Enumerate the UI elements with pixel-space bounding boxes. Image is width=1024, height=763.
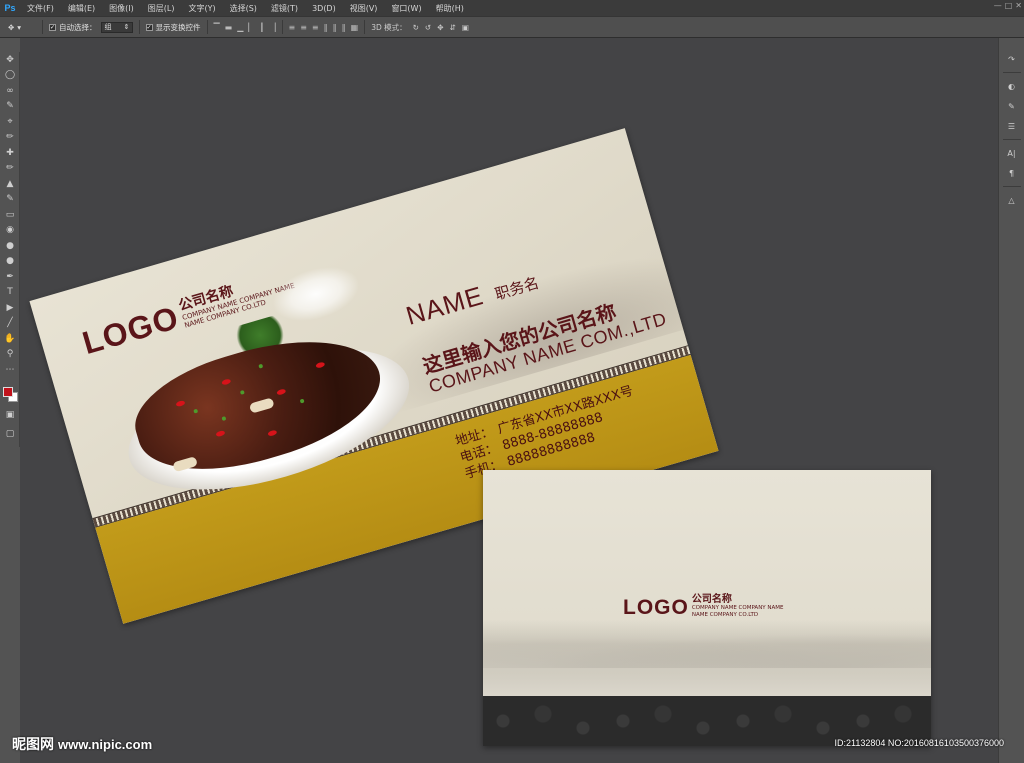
watermark-brand: 昵图网	[12, 737, 54, 753]
auto-align-icon[interactable]: ▦	[351, 23, 359, 32]
more-tools-icon[interactable]: ⋯	[0, 362, 20, 378]
menu-image[interactable]: 图像(I)	[102, 3, 141, 14]
align-bottom-icon[interactable]: ▁	[237, 23, 243, 32]
logo-company-cn: 公司名称	[691, 594, 732, 605]
menu-view[interactable]: 视图(V)	[343, 3, 385, 14]
3d-mode-label: 3D 模式：	[371, 22, 407, 32]
distribute-hcenter-icon[interactable]: ‖	[333, 23, 337, 32]
3d-rotate-icon[interactable]: ↻	[413, 23, 419, 32]
align-top-icon[interactable]: ▔	[214, 23, 220, 32]
tools-panel: ✥ ◯ ∞ ✎ ⌖ ✏ ✚ ✏ ▲ ✎ ▭ ◉ ● ● ✒ T ▶ ╱ ✋ ⚲ …	[0, 52, 20, 447]
auto-select-dropdown[interactable]: 组 ⇕	[100, 21, 133, 33]
right-panel-dock: ↷ ◐ ✎ ☰ A| ¶ △	[998, 38, 1024, 763]
3d-mode-group: 3D 模式： ↻ ↺ ✥ ⇵ ▣	[371, 22, 469, 33]
back-logo-block: LOGO 公司名称 COMPANY NAME COMPANY NAME NAME…	[623, 594, 784, 618]
menu-bar: Ps 文件(F) 编辑(E) 图像(I) 图层(L) 文字(Y) 选择(S) 滤…	[0, 0, 1024, 16]
menu-3d[interactable]: 3D(D)	[305, 4, 343, 13]
path-selection-tool-icon[interactable]: ▶	[0, 300, 20, 316]
move-tool-icon: ✥	[8, 22, 15, 32]
photoshop-logo-icon: Ps	[4, 3, 16, 13]
align-buttons: ▔ ▬ ▁ ▏ ┃ ▕	[214, 23, 276, 32]
align-vcenter-icon[interactable]: ▬	[225, 23, 233, 32]
quick-mask-icon[interactable]: ▣	[0, 407, 20, 423]
distribute-left-icon[interactable]: ‖	[324, 23, 328, 32]
show-transform-option[interactable]: ✓ 显示变换控件	[145, 22, 201, 33]
history-brush-tool-icon[interactable]: ✎	[0, 192, 20, 208]
chevron-down-icon: ▾	[17, 22, 22, 32]
menu-type[interactable]: 文字(Y)	[181, 3, 222, 14]
brush-tool-icon[interactable]: ✏	[0, 161, 20, 177]
maximize-icon[interactable]: □	[1005, 1, 1013, 10]
3d-slide-icon[interactable]: ⇵	[450, 23, 456, 32]
logo-text: LOGO	[78, 299, 183, 362]
pen-tool-icon[interactable]: ✒	[0, 269, 20, 285]
foreground-color-swatch[interactable]	[3, 387, 13, 397]
screen-mode-icon[interactable]: ▢	[0, 426, 20, 442]
image-id-watermark: ID:21132804 NO:20160816103500376000	[834, 738, 1004, 748]
back-business-card[interactable]: LOGO 公司名称 COMPANY NAME COMPANY NAME NAME…	[483, 470, 931, 746]
ink-mountain-mist	[483, 620, 931, 700]
show-transform-checkbox[interactable]: ✓	[145, 23, 153, 31]
zoom-tool-icon[interactable]: ⚲	[0, 347, 20, 363]
3d-pan-icon[interactable]: ✥	[437, 23, 443, 32]
logo-company-en-2: NAME COMPANY CO.LTD	[691, 611, 759, 618]
healing-brush-tool-icon[interactable]: ✚	[0, 145, 20, 161]
distribute-right-icon[interactable]: ‖	[342, 23, 346, 32]
dodge-tool-icon[interactable]: ●	[0, 254, 20, 270]
clone-stamp-tool-icon[interactable]: ▲	[0, 176, 20, 192]
minimize-icon[interactable]: —	[994, 1, 1002, 10]
paint-bucket-tool-icon[interactable]: ◉	[0, 223, 20, 239]
menu-help[interactable]: 帮助(H)	[429, 3, 471, 14]
move-tool-preset[interactable]: ✥ ▾	[0, 23, 36, 32]
menu-select[interactable]: 选择(S)	[223, 3, 264, 14]
distribute-vcenter-icon[interactable]: ≡	[300, 23, 307, 32]
marquee-tool-icon[interactable]: ◯	[0, 68, 20, 84]
nipic-watermark: 昵图网 www.nipic.com	[12, 734, 152, 754]
align-right-icon[interactable]: ▕	[269, 23, 275, 32]
distribute-top-icon[interactable]: ≡	[289, 23, 296, 32]
close-icon[interactable]: ✕	[1015, 1, 1022, 10]
lasso-tool-icon[interactable]: ∞	[0, 83, 20, 99]
character-panel-icon[interactable]: A|	[1003, 146, 1021, 160]
window-controls: — □ ✕	[994, 1, 1022, 10]
document-canvas[interactable]: LOGO 公司名称 COMPANY NAME COMPANY NAME NAME…	[20, 38, 998, 763]
logo-text: LOGO	[623, 596, 689, 619]
menu-filter[interactable]: 滤镜(T)	[264, 3, 305, 14]
crop-tool-icon[interactable]: ⌖	[0, 114, 20, 130]
auto-select-option[interactable]: ✓ 自动选择： 组 ⇕	[49, 21, 133, 33]
eyedropper-tool-icon[interactable]: ✏	[0, 130, 20, 146]
menu-edit[interactable]: 编辑(E)	[61, 3, 102, 14]
auto-select-checkbox[interactable]: ✓	[49, 23, 56, 31]
options-bar: ✥ ▾ ✓ 自动选择： 组 ⇕ ✓ 显示变换控件 ▔ ▬ ▁ ▏ ┃ ▕ ≡ ≡…	[0, 16, 1024, 38]
show-transform-label: 显示变换控件	[155, 22, 201, 32]
hand-tool-icon[interactable]: ✋	[0, 331, 20, 347]
quick-select-tool-icon[interactable]: ✎	[0, 99, 20, 115]
distribute-bottom-icon[interactable]: ≡	[312, 23, 319, 32]
type-tool-icon[interactable]: T	[0, 285, 20, 301]
shape-tool-icon[interactable]: ╱	[0, 316, 20, 332]
3d-scale-icon[interactable]: ▣	[462, 23, 469, 32]
align-hcenter-icon[interactable]: ┃	[260, 23, 265, 32]
3d-panel-icon[interactable]: △	[1003, 193, 1021, 207]
menu-file[interactable]: 文件(F)	[20, 3, 61, 14]
history-panel-icon[interactable]: ↷	[1003, 52, 1021, 66]
3d-roll-icon[interactable]: ↺	[425, 23, 431, 32]
menu-layer[interactable]: 图层(L)	[141, 3, 182, 14]
properties-panel-icon[interactable]: ☰	[1003, 119, 1021, 133]
move-tool-icon[interactable]: ✥	[0, 52, 20, 68]
menu-window[interactable]: 窗口(W)	[384, 3, 428, 14]
blur-tool-icon[interactable]: ●	[0, 238, 20, 254]
align-left-icon[interactable]: ▏	[248, 23, 254, 32]
distribute-buttons: ≡ ≡ ≡ ‖ ‖ ‖ ▦	[289, 23, 359, 32]
eraser-tool-icon[interactable]: ▭	[0, 207, 20, 223]
adjustments-panel-icon[interactable]: ◐	[1003, 79, 1021, 93]
paragraph-panel-icon[interactable]: ¶	[1003, 166, 1021, 180]
watermark-site: www.nipic.com	[58, 736, 153, 752]
auto-select-label: 自动选择：	[59, 22, 97, 32]
brush-panel-icon[interactable]: ✎	[1003, 99, 1021, 113]
dropdown-arrow-icon: ⇕	[123, 23, 130, 31]
